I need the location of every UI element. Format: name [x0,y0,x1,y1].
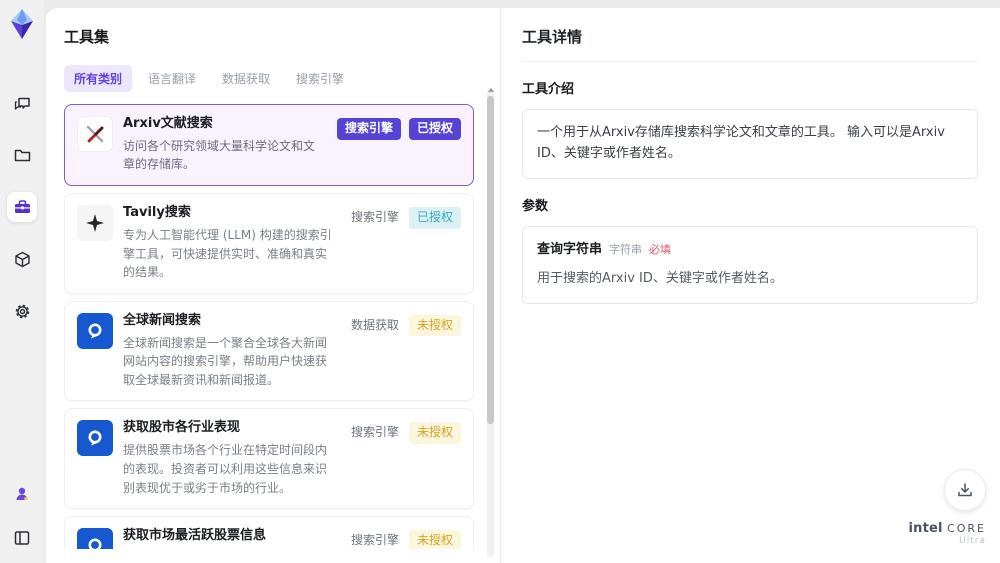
tool-detail-pane: 工具详情 工具介绍 一个用于从Arxiv存储库搜索科学论文和文章的工具。 输入可… [502,8,1000,563]
sidebar-item-files[interactable] [7,140,37,170]
tool-title: 全球新闻搜索 [123,312,202,328]
category-tab-1[interactable]: 语言翻译 [138,65,206,92]
core-wordmark: CORE [947,521,986,535]
ultra-wordmark: Ultra [959,536,986,547]
tool-title: Arxiv文献搜索 [123,116,213,131]
sidebar-item-toolbox[interactable] [7,192,37,222]
tool-category-badge: 搜索引擎 [350,210,399,225]
chat-icon [13,94,32,113]
intro-section-label: 工具介绍 [522,82,575,97]
param-name: 查询字符串 [537,241,603,257]
download-icon [956,481,974,499]
tool-category-badge: 数据获取 [350,317,399,332]
cube-icon [13,250,32,269]
param-type: 字符串 [609,242,643,256]
tool-title: 获取市场最活跃股票信息 [123,528,267,544]
tool-desc: 提供股票市场各个行业在特定时间段内的表现。投资者可以利用这些信息来识别表现优于或… [123,443,328,495]
param-required-badge: 必填 [649,242,672,256]
tool-desc: 专为人工智能代理 (LLM) 构建的搜索引擎工具，可快速提供实时、准确和真实的结… [123,227,332,280]
app-sidebar [0,0,44,563]
tool-auth-badge: 未授权 [408,314,461,337]
params-section-label: 参数 [522,198,549,214]
folder-icon [13,146,32,165]
tool-auth-badge: 已授权 [408,118,461,140]
star-icon [77,205,113,242]
sidebar-item-collapse[interactable] [7,523,37,553]
scrollbar-thumb[interactable] [487,96,494,425]
category-tab-2[interactable]: 数据获取 [212,65,280,92]
category-tab-0[interactable]: 所有类别 [64,65,133,92]
download-button[interactable] [944,469,986,511]
sidebar-item-account[interactable] [7,479,37,509]
tool-title: Tavily搜索 [123,205,191,221]
tool-category-badge: 搜索引擎 [336,118,401,140]
list-scrollbar[interactable] [487,88,494,557]
gear-icon [13,302,32,321]
user-icon [13,485,31,503]
tool-desc: 访问各个研究领域大量科学论文和文章的存储库。 [123,138,316,172]
scrollbar-up-caret [488,88,494,92]
tool-list: Arxiv文献搜索 访问各个研究领域大量科学论文和文章的存储库。 搜索引擎 已授权 T… [64,104,474,549]
tool-title: 获取股市各行业表现 [123,420,241,436]
tool-card[interactable]: Arxiv文献搜索访问各个研究领域大量科学论文和文章的存储库。 搜索引擎 已授权 [64,104,474,187]
param-box: 查询字符串 字符串 必填 用于搜索的Arxiv ID、关键字或作者姓名。 [522,225,978,305]
tool-auth-badge: 已授权 [408,207,461,229]
tool-card[interactable]: 获取市场最活跃股票信息提供当天交易量最高的股票列表，投资者可以利用这些信息来识别… [64,516,474,549]
news-icon [77,528,113,549]
tool-category-badge: 搜索引擎 [350,425,399,440]
param-desc: 用于搜索的Arxiv ID、关键字或作者姓名。 [537,271,783,287]
page-title: 工具集 [64,28,110,46]
intel-core-logo: intel CORE Ultra [908,520,986,547]
news-icon [77,312,113,349]
main-content: 工具集 所有类别 语言翻译 数据获取 搜索引擎 Arxiv文献搜索 访问各个研究领域大量… [46,8,1000,563]
arxiv-icon [77,116,113,152]
tool-card[interactable]: 获取股市各行业表现提供股票市场各个行业在特定时间段内的表现。投资者可以利用这些信… [64,408,474,510]
tool-desc: 全球新闻搜索是一个聚合全球各大新闻网站内容的搜索引擎，帮助用户快速获取全球最新资… [123,335,328,387]
news-icon [77,420,113,457]
detail-title: 工具详情 [522,26,978,62]
category-tab-3[interactable]: 搜索引擎 [286,65,354,92]
intro-box: 一个用于从Arxiv存储库搜索科学论文和文章的工具。 输入可以是Arxiv ID… [522,109,978,179]
collapse-panel-icon [13,529,31,547]
tool-card[interactable]: 全球新闻搜索全球新闻搜索是一个聚合全球各大新闻网站内容的搜索引擎，帮助用户快速获… [64,300,474,402]
tool-auth-badge: 未授权 [408,530,461,549]
tool-card[interactable]: Tavily搜索专为人工智能代理 (LLM) 构建的搜索引擎工具，可快速提供实时… [64,193,474,294]
toolset-pane: 工具集 所有类别 语言翻译 数据获取 搜索引擎 Arxiv文献搜索 访问各个研究领域大量… [46,8,501,563]
sidebar-item-settings[interactable] [7,296,37,326]
tool-category-badge: 搜索引擎 [350,533,399,548]
toolbox-icon [13,198,32,217]
app-logo-icon [7,8,37,40]
tool-auth-badge: 未授权 [408,422,461,445]
intel-wordmark: intel [908,520,943,536]
sidebar-item-models[interactable] [7,244,37,274]
category-tabs: 所有类别 语言翻译 数据获取 搜索引擎 [64,65,474,92]
sidebar-item-chat[interactable] [7,88,37,118]
